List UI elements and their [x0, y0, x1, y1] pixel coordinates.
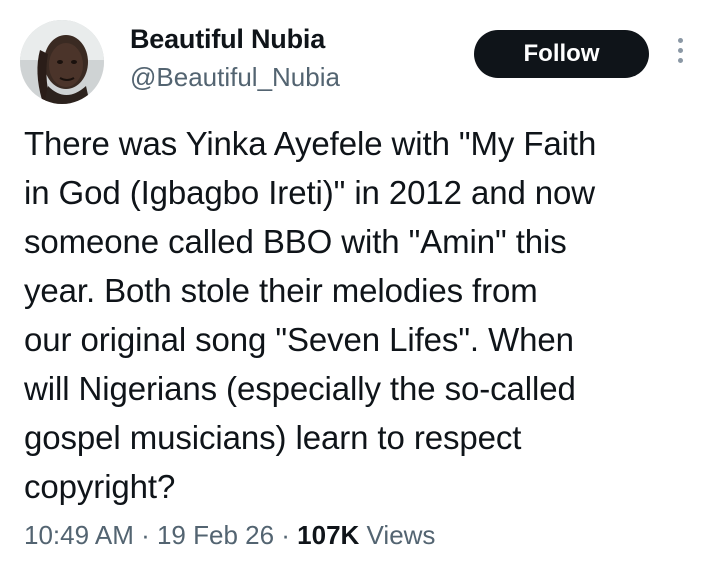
- tweet-card: Beautiful Nubia @Beautiful_Nubia Follow …: [0, 0, 720, 569]
- meta-separator: ·: [274, 520, 298, 550]
- tweet-text: There was Yinka Ayefele with "My Faith i…: [24, 119, 704, 511]
- tweet-date[interactable]: 19 Feb 26: [157, 520, 274, 550]
- person-photo-icon: [20, 20, 104, 104]
- tweet-text-line: will Nigerians (especially the so-called: [24, 370, 576, 407]
- tweet-text-line: year. Both stole their melodies from: [24, 272, 538, 309]
- views-label: Views: [359, 520, 436, 550]
- tweet-time[interactable]: 10:49 AM: [24, 520, 134, 550]
- author-display-name[interactable]: Beautiful Nubia: [130, 24, 325, 55]
- avatar[interactable]: [20, 20, 104, 104]
- tweet-text-line: gospel musicians) learn to respect: [24, 419, 522, 456]
- tweet-text-line: copyright?: [24, 468, 176, 505]
- meta-separator: ·: [133, 520, 157, 550]
- tweet-text-line: There was Yinka Ayefele with "My Faith: [24, 125, 597, 162]
- views-count[interactable]: 107K: [297, 520, 359, 550]
- author-handle[interactable]: @Beautiful_Nubia: [130, 62, 340, 93]
- follow-button[interactable]: Follow: [474, 30, 649, 78]
- tweet-text-line: someone called BBO with "Amin" this: [24, 223, 567, 260]
- tweet-text-line: our original song "Seven Lifes". When: [24, 321, 574, 358]
- tweet-text-line: in God (Igbagbo Ireti)" in 2012 and now: [24, 174, 596, 211]
- vertical-dots-icon[interactable]: [670, 38, 690, 68]
- tweet-metadata: 10:49 AM · 19 Feb 26 · 107K Views: [24, 520, 435, 551]
